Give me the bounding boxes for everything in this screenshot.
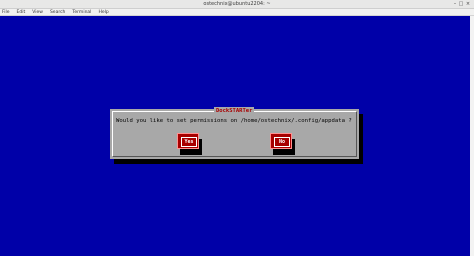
maximize-icon[interactable]: □: [458, 1, 464, 7]
yes-button[interactable]: Yes: [177, 133, 199, 149]
permissions-dialog: DockSTARTer Would you like to set permis…: [110, 107, 359, 159]
menu-bar: File Edit View Search Terminal Help: [0, 9, 474, 16]
menu-help[interactable]: Help: [98, 9, 108, 16]
dialog-title: DockSTARTer: [214, 107, 255, 115]
title-bar[interactable]: ostechnix@ubuntu2204: ~ – □ ×: [0, 0, 474, 9]
window-title: ostechnix@ubuntu2204: ~: [203, 1, 271, 7]
menu-terminal[interactable]: Terminal: [72, 9, 91, 16]
no-button[interactable]: No: [270, 133, 292, 149]
scrollbar[interactable]: [470, 16, 474, 256]
close-icon[interactable]: ×: [465, 1, 471, 7]
menu-search[interactable]: Search: [50, 9, 65, 16]
dialog-message: Would you like to set permissions on /ho…: [116, 118, 352, 124]
menu-file[interactable]: File: [2, 9, 10, 16]
menu-view[interactable]: View: [32, 9, 43, 16]
yes-button-label: Yes: [181, 137, 197, 147]
no-button-label: No: [274, 137, 290, 147]
terminal-window: ostechnix@ubuntu2204: ~ – □ × File Edit …: [0, 0, 474, 256]
menu-edit[interactable]: Edit: [17, 9, 26, 16]
